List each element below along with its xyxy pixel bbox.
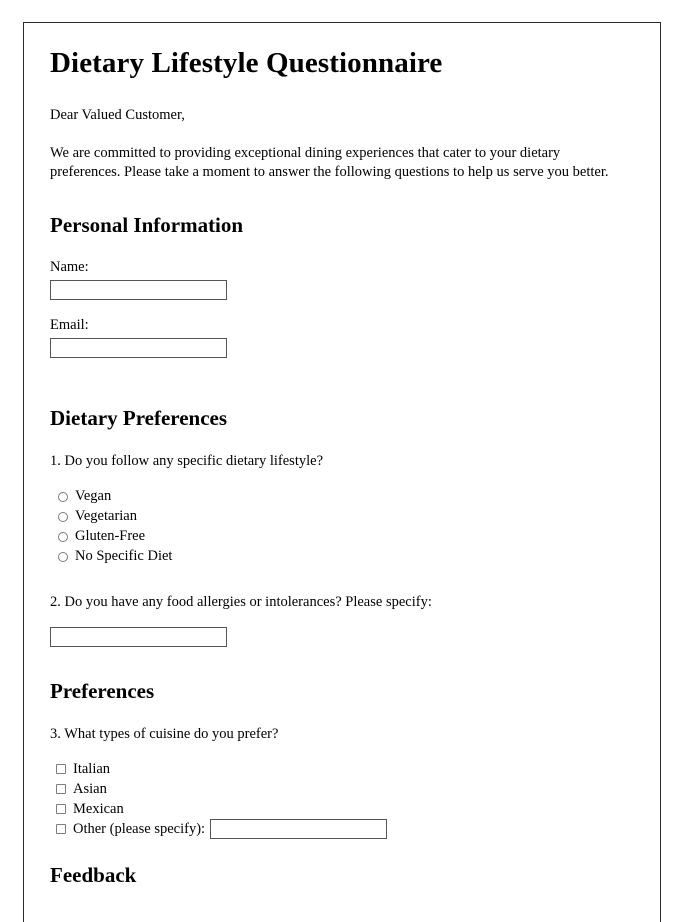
radio-option-label: Vegetarian bbox=[75, 508, 137, 525]
document-body: Dietary Lifestyle Questionnaire Dear Val… bbox=[24, 23, 660, 889]
question-1-text: 1. Do you follow any specific dietary li… bbox=[50, 452, 324, 469]
checkbox-option-mexican[interactable]: Mexican bbox=[50, 799, 634, 819]
radio-option-vegan[interactable]: Vegan bbox=[50, 487, 634, 507]
page-title: Dietary Lifestyle Questionnaire bbox=[50, 47, 443, 79]
radio-circle-icon[interactable] bbox=[58, 531, 68, 542]
checkbox-square-icon[interactable] bbox=[56, 764, 66, 775]
salutation-text: Dear Valued Customer, bbox=[50, 107, 185, 124]
name-field-block: Name: bbox=[50, 258, 634, 301]
allergies-input[interactable] bbox=[50, 627, 227, 648]
radio-circle-icon[interactable] bbox=[58, 511, 68, 522]
radio-circle-icon[interactable] bbox=[58, 551, 68, 562]
checkbox-option-italian[interactable]: Italian bbox=[50, 759, 634, 779]
cuisine-checkbox-group: Italian Asian Mexican Other (please spec… bbox=[50, 759, 634, 840]
email-label: Email: bbox=[50, 317, 89, 334]
radio-option-gluten-free[interactable]: Gluten-Free bbox=[50, 527, 634, 547]
checkbox-option-label: Mexican bbox=[73, 801, 124, 818]
radio-circle-icon[interactable] bbox=[58, 491, 68, 502]
intro-paragraph: We are committed to providing exceptiona… bbox=[50, 144, 609, 181]
other-cuisine-input[interactable] bbox=[210, 819, 388, 840]
checkbox-option-label: Italian bbox=[73, 761, 111, 778]
radio-option-label: Vegan bbox=[75, 488, 112, 505]
radio-option-label: Gluten-Free bbox=[75, 528, 146, 545]
checkbox-square-icon[interactable] bbox=[56, 824, 66, 835]
section-heading-dietary-preferences: Dietary Preferences bbox=[50, 406, 228, 431]
checkbox-square-icon[interactable] bbox=[56, 784, 66, 795]
radio-option-label: No Specific Diet bbox=[75, 548, 173, 565]
name-label: Name: bbox=[50, 259, 89, 276]
document-page: Dietary Lifestyle Questionnaire Dear Val… bbox=[23, 22, 661, 922]
radio-option-vegetarian[interactable]: Vegetarian bbox=[50, 507, 634, 527]
checkbox-option-asian[interactable]: Asian bbox=[50, 779, 634, 799]
email-input[interactable] bbox=[50, 338, 227, 359]
dietary-lifestyle-radio-group: Vegan Vegetarian Gluten-Free No Specific… bbox=[50, 487, 634, 567]
checkbox-option-other-label: Other (please specify): bbox=[73, 821, 206, 838]
name-input[interactable] bbox=[50, 280, 227, 301]
section-heading-personal-information: Personal Information bbox=[50, 213, 244, 238]
section-heading-feedback: Feedback bbox=[50, 863, 137, 888]
radio-option-no-specific-diet[interactable]: No Specific Diet bbox=[50, 547, 634, 567]
checkbox-square-icon[interactable] bbox=[56, 804, 66, 815]
checkbox-option-label: Asian bbox=[73, 781, 107, 798]
question-2-text: 2. Do you have any food allergies or int… bbox=[50, 593, 432, 610]
email-field-block: Email: bbox=[50, 316, 634, 359]
question-3-text: 3. What types of cuisine do you prefer? bbox=[50, 725, 279, 742]
section-heading-preferences: Preferences bbox=[50, 679, 155, 704]
checkbox-option-other[interactable]: Other (please specify): bbox=[50, 819, 634, 840]
